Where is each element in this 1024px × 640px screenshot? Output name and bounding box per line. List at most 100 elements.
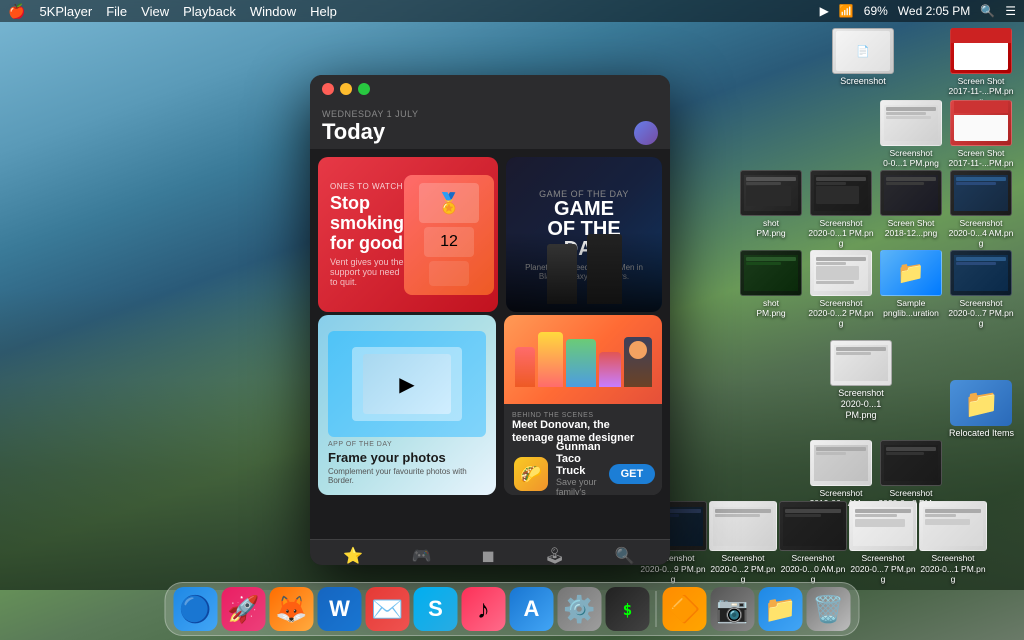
menubar-search-icon[interactable]: 🔍 (980, 4, 995, 18)
screenshot-red-body (954, 40, 1008, 71)
ss-img-r2b (950, 100, 1012, 146)
cards-row-2: ▶ APP OF THE DAY Frame your photos Compl… (318, 315, 662, 495)
dock-sysprefs[interactable]: ⚙️ (558, 587, 602, 631)
relocated-folder-icon: 📁 (950, 380, 1012, 426)
ss-bot-5[interactable]: Screenshot2020-0...1 PM.png (920, 501, 986, 584)
ss-r5-single[interactable]: Screenshot2020-0...1 PM.png (828, 340, 894, 420)
stop-smoking-card[interactable]: ONES TO WATCH Stop smoking for good Vent… (318, 157, 498, 312)
dock-photos[interactable]: 📷 (711, 587, 755, 631)
dock-vlc[interactable]: 🔶 (663, 587, 707, 631)
ss-img-r3b (810, 170, 872, 216)
window-menu[interactable]: Window (250, 4, 296, 19)
file-menu[interactable]: File (106, 4, 127, 19)
ss-img-r3a (740, 170, 802, 216)
dock-terminal[interactable]: $ (606, 587, 650, 631)
dock-word[interactable]: W (318, 587, 362, 631)
menubar-control-icon[interactable]: ☰ (1005, 4, 1016, 18)
firefox-icon: 🦊 (275, 594, 307, 625)
taco-truck-card[interactable]: 🌮 Gunman Taco Truck Save your family's t… (504, 453, 662, 495)
ss-r3b[interactable]: Screenshot2020-0...1 PM.png (808, 170, 874, 249)
today-title: Today (322, 119, 658, 145)
view-menu[interactable]: View (141, 4, 169, 19)
relocated-items-icon[interactable]: 📁 Relocated Items (949, 380, 1014, 439)
ss-bot-img-2 (709, 501, 777, 551)
maximize-button[interactable] (358, 83, 370, 95)
tab-search[interactable]: 🔍 Search (612, 546, 637, 565)
screenshot-label-top: Screenshot (840, 76, 886, 87)
dock-appstore[interactable]: A (510, 587, 554, 631)
ss-r5-label: Screenshot2020-0...1 PM.png (828, 388, 894, 420)
screenshot-red-img (950, 28, 1012, 74)
ss-r3c[interactable]: Screen Shot2018-12...png (878, 170, 944, 238)
frame-photos-thumb: ▶ (328, 331, 486, 437)
donovan-illustration (504, 315, 662, 404)
ss-2019-img (810, 440, 872, 486)
donovan-card[interactable]: BEHIND THE SCENES Meet Donovan, the teen… (504, 315, 662, 495)
tab-games[interactable]: 🎮 Games (409, 546, 435, 565)
top-right-row1: Screen Shot2017-11-...PM.png (948, 28, 1014, 107)
ss-r3d[interactable]: Screenshot2020-0...4 AM.png (948, 170, 1014, 249)
menubar-right: ▶ 📶 69% Wed 2:05 PM 🔍 ☰ (820, 4, 1016, 18)
ss-2020-img (880, 440, 942, 486)
ss-r4a[interactable]: shotPM.png (738, 250, 804, 318)
frame-photos-desc: Complement your favourite photos with Bo… (328, 467, 486, 485)
ss-label-r4d: Screenshot2020-0...7 PM.png (948, 298, 1014, 329)
ss-bot-4[interactable]: Screenshot2020-0...7 PM.png (850, 501, 916, 584)
dock-finder[interactable]: 🔵 (174, 587, 218, 631)
dock-skype[interactable]: S (414, 587, 458, 631)
ss-img-r4a (740, 250, 802, 296)
ss-img-r4b (810, 250, 872, 296)
menubar-play-icon: ▶ (820, 4, 829, 18)
tab-apps[interactable]: ◼ Apps (479, 546, 497, 565)
ss-label-r2a: Screenshot0-0...1 PM.png (883, 148, 939, 168)
taco-name: Gunman Taco Truck (556, 441, 601, 477)
stop-smoking-title: Stop smoking for good (330, 194, 404, 253)
ss-r4b[interactable]: Screenshot2020-0...2 PM.png (808, 250, 874, 329)
taco-info: Gunman Taco Truck Save your family's tac… (556, 441, 601, 495)
ss-r3a[interactable]: shotPM.png (738, 170, 804, 238)
ss-bot-img-5 (919, 501, 987, 551)
ss-r4c-folder[interactable]: 📁 Samplepnglib...uration (878, 250, 944, 318)
tab-today[interactable]: ⭐ Today (342, 546, 363, 565)
dock-firefox[interactable]: 🦊 (270, 587, 314, 631)
dock-trash[interactable]: 🗑️ (807, 587, 851, 631)
screenshot-grid-r2b[interactable]: Screen Shot2017-11-...PM.png (948, 100, 1014, 179)
screenshot-top-single[interactable]: 📄 Screenshot (832, 28, 894, 87)
ss-bot-2[interactable]: Screenshot2020-0...2 PM.png (710, 501, 776, 584)
skype-icon: S (428, 596, 443, 622)
get-button[interactable]: GET (609, 464, 656, 484)
ss-bot-3[interactable]: Screenshot2020-0...0 AM.png (780, 501, 846, 584)
menubar-battery: 69% (864, 4, 888, 18)
help-menu[interactable]: Help (310, 4, 337, 19)
ss-r4d[interactable]: Screenshot2020-0...7 PM.png (948, 250, 1014, 329)
dock-folder[interactable]: 📁 (759, 587, 803, 631)
screenshot-grid-r2a[interactable]: Screenshot0-0...1 PM.png (878, 100, 944, 168)
stop-smoking-category: ONES TO WATCH (330, 182, 404, 191)
apple-menu[interactable]: 🍎 (8, 3, 25, 20)
dock-mail[interactable]: ✉️ (366, 587, 410, 631)
user-avatar[interactable] (634, 121, 658, 145)
stop-smoking-subtitle: Vent gives you the support you need to q… (330, 257, 404, 287)
ss-label-r3a: shotPM.png (756, 218, 785, 238)
minimize-button[interactable] (340, 83, 352, 95)
tab-today-icon: ⭐ (343, 546, 363, 565)
app-name-menu[interactable]: 5KPlayer (39, 4, 92, 19)
menubar-left: 🍎 5KPlayer File View Playback Window Hel… (8, 3, 337, 20)
close-button[interactable] (322, 83, 334, 95)
dock-itunes[interactable]: ♪ (462, 587, 506, 631)
game-of-day-card[interactable]: GAME OF THE DAY GAMEOF THEDAY Planet Ear… (506, 157, 662, 312)
ss-img-r4d (950, 250, 1012, 296)
ss-bot-label-4: Screenshot2020-0...7 PM.png (850, 553, 916, 584)
frame-photos-name: Frame your photos (328, 450, 486, 465)
dock-launchpad[interactable]: 🚀 (222, 587, 266, 631)
character-2 (587, 234, 622, 304)
tab-arcade[interactable]: 🕹 Arcade (542, 546, 567, 565)
launchpad-icon: 🚀 (227, 594, 259, 625)
screenshot-red-header[interactable]: Screen Shot2017-11-...PM.png (948, 28, 1014, 107)
menubar-wifi-icon: 📶 (839, 4, 854, 18)
frame-photos-card[interactable]: ▶ APP OF THE DAY Frame your photos Compl… (318, 315, 496, 495)
ss-label-r3b: Screenshot2020-0...1 PM.png (808, 218, 874, 249)
desktop: 🍎 5KPlayer File View Playback Window Hel… (0, 0, 1024, 640)
ss-bot-label-3: Screenshot2020-0...0 AM.png (780, 553, 846, 584)
playback-menu[interactable]: Playback (183, 4, 236, 19)
